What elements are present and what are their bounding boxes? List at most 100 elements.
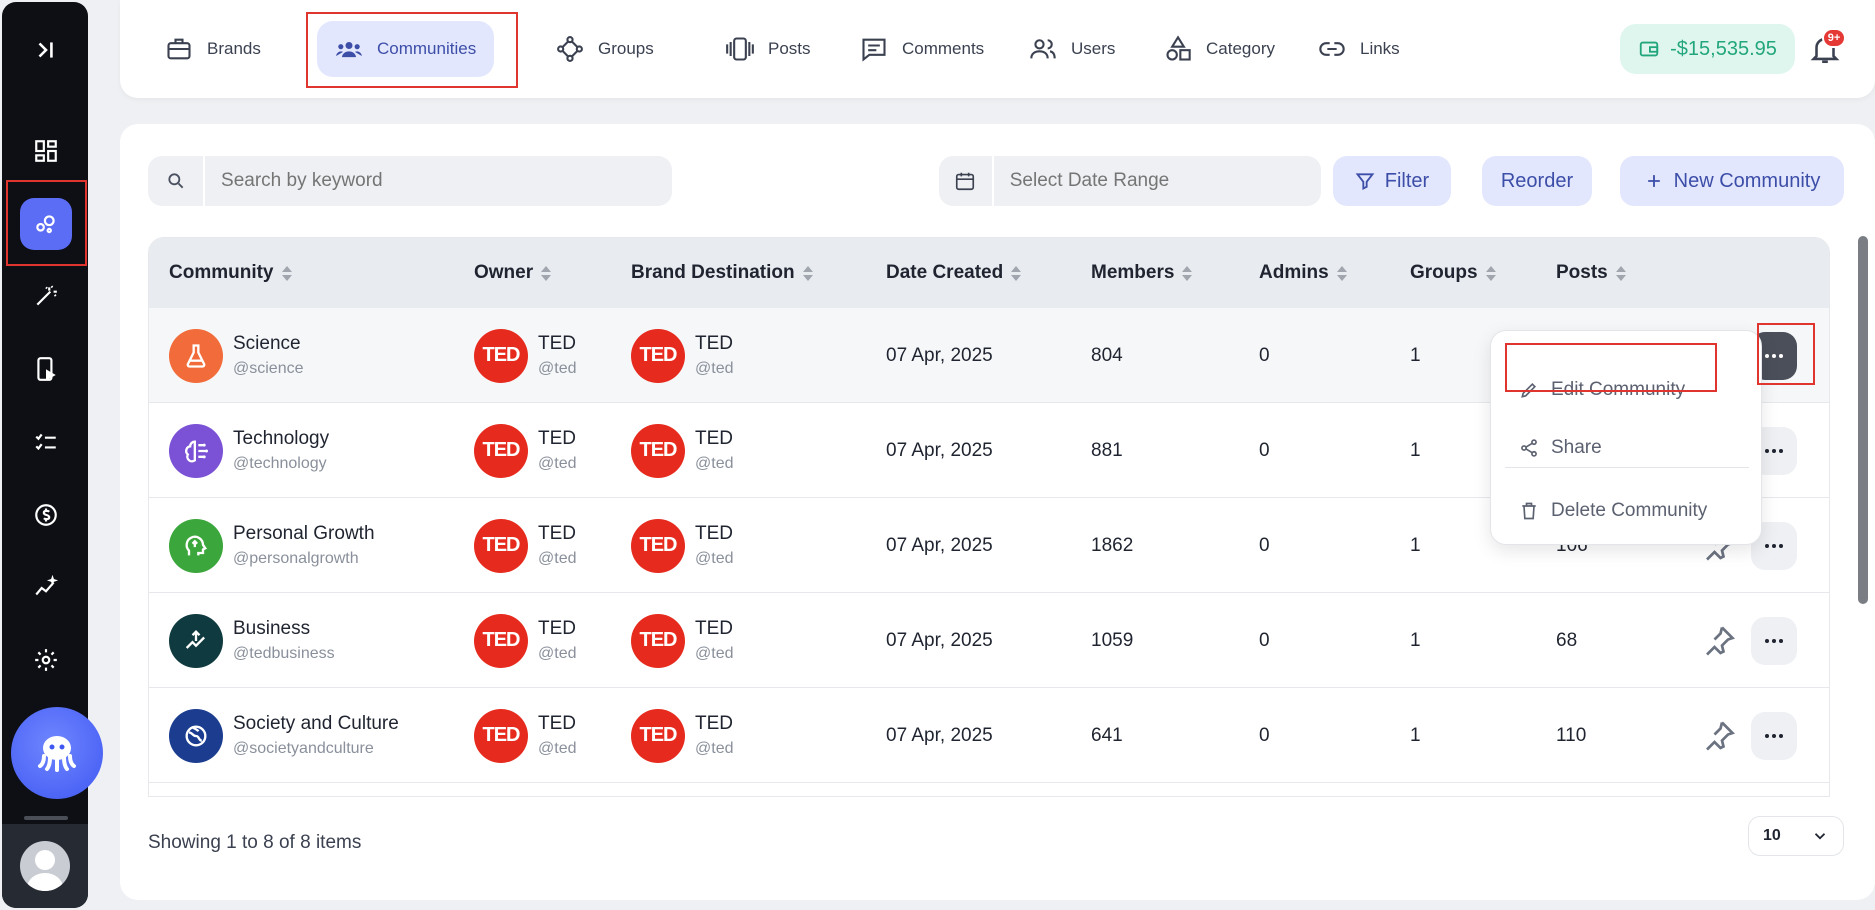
community-name: Personal Growth — [233, 523, 375, 544]
groups-cell: 1 — [1410, 534, 1421, 556]
community-handle: @technology — [233, 455, 327, 472]
groups-cell: 1 — [1410, 439, 1421, 461]
col-members[interactable]: Members — [1091, 238, 1193, 308]
brand-handle: @ted — [695, 360, 734, 377]
owner-cell: TED TED @ted — [474, 593, 576, 688]
magic-button[interactable] — [20, 270, 72, 322]
table-row[interactable]: Business @tedbusiness TED TED @ted TED TED… — [149, 593, 1829, 688]
globe-people-icon — [185, 725, 207, 746]
page-size-select[interactable]: 10 — [1748, 816, 1844, 856]
date-cell: 07 Apr, 2025 — [886, 534, 993, 556]
filter-icon — [1355, 173, 1375, 190]
head-growth-icon — [185, 535, 208, 555]
date-range-box — [939, 156, 1321, 206]
col-brand-destination[interactable]: Brand Destination — [631, 238, 813, 308]
col-posts[interactable]: Posts — [1556, 238, 1626, 308]
groups-cell: 1 — [1410, 629, 1421, 651]
community-cell[interactable]: Society and Culture @societyandculture — [169, 688, 399, 783]
col-owner[interactable]: Owner — [474, 238, 552, 308]
nav-label: Links — [1360, 39, 1400, 58]
user-slot[interactable] — [2, 824, 88, 908]
table-row[interactable]: Society and Culture @societyandculture TE… — [149, 688, 1829, 783]
communities-rail-button[interactable] — [20, 198, 72, 250]
share-item[interactable]: Share — [1507, 426, 1602, 470]
avatar[interactable] — [20, 841, 70, 891]
nav-label: Posts — [768, 39, 811, 58]
sort-icon — [802, 265, 813, 281]
more-actions-button[interactable] — [1751, 617, 1797, 665]
nav-posts[interactable]: Posts — [708, 21, 829, 77]
owner-name: TED — [538, 713, 576, 734]
community-handle: @tedbusiness — [233, 645, 335, 662]
bubbles-icon — [36, 215, 55, 234]
community-cell[interactable]: Personal Growth @personalgrowth — [169, 498, 375, 593]
search-input[interactable] — [205, 170, 672, 192]
ted-logo-icon: TED — [631, 613, 685, 668]
community-cell[interactable]: Business @tedbusiness — [169, 593, 335, 688]
wallet-balance[interactable]: -$15,535.95 — [1620, 24, 1795, 74]
share-label: Share — [1551, 437, 1602, 458]
community-cell[interactable]: Technology @technology — [169, 403, 329, 498]
checklist-icon — [35, 433, 56, 451]
col-admins[interactable]: Admins — [1259, 238, 1347, 308]
nav-users[interactable]: Users — [1011, 21, 1133, 77]
col-label: Admins — [1259, 262, 1329, 283]
nav-label: Groups — [598, 39, 654, 58]
nav-links[interactable]: Links — [1300, 21, 1418, 77]
nav-groups[interactable]: Groups — [538, 21, 672, 77]
nav-category[interactable]: Category — [1146, 21, 1293, 77]
admins-cell: 0 — [1259, 724, 1270, 746]
sort-icon — [1485, 265, 1496, 281]
date-range-input[interactable] — [993, 170, 1321, 192]
reorder-button[interactable]: Reorder — [1482, 156, 1592, 206]
briefcase-icon — [167, 38, 191, 60]
delete-community-item[interactable]: Delete Community — [1507, 489, 1707, 533]
media-button[interactable] — [20, 343, 72, 395]
col-groups[interactable]: Groups — [1410, 238, 1496, 308]
new-community-button[interactable]: New Community — [1620, 156, 1844, 206]
filter-label: Filter — [1384, 169, 1430, 192]
groups-cell: 1 — [1410, 344, 1421, 366]
pin-icon[interactable] — [1701, 718, 1737, 754]
nav-label: Communities — [377, 39, 477, 58]
sort-icon — [1182, 265, 1193, 281]
edit-community-item[interactable]: Edit Community — [1507, 368, 1685, 412]
col-label: Members — [1091, 262, 1175, 283]
edit-label: Edit Community — [1551, 379, 1686, 400]
community-name: Science — [233, 333, 301, 354]
col-community[interactable]: Community — [169, 238, 292, 308]
col-date-created[interactable]: Date Created — [886, 238, 1022, 308]
dollar-circle-icon — [35, 504, 57, 526]
rail-divider — [24, 816, 68, 820]
communities-icon — [336, 42, 362, 58]
billing-button[interactable] — [20, 489, 72, 541]
calendar-icon-wrap — [939, 156, 994, 206]
search-icon — [167, 173, 183, 189]
ted-logo-icon: TED — [631, 328, 685, 383]
dashboard-button[interactable] — [20, 125, 72, 177]
ted-logo-icon: TED — [474, 708, 528, 763]
ted-logo-icon: TED — [631, 518, 685, 573]
community-avatar — [169, 423, 223, 478]
brand-handle: @ted — [695, 550, 734, 567]
more-actions-button[interactable] — [1751, 712, 1797, 760]
col-label: Owner — [474, 262, 534, 283]
assistant-mascot-button[interactable] — [11, 707, 103, 799]
settings-button[interactable] — [20, 634, 72, 686]
tasks-button[interactable] — [20, 416, 72, 468]
community-cell[interactable]: Science @science — [169, 308, 304, 403]
sparkle-chart-icon — [35, 575, 59, 596]
scrollbar[interactable] — [1858, 236, 1868, 604]
flask-icon — [186, 343, 206, 368]
nav-brands[interactable]: Brands — [147, 21, 279, 77]
pin-icon[interactable] — [1701, 623, 1737, 659]
filter-button[interactable]: Filter — [1333, 156, 1451, 206]
analytics-button[interactable] — [20, 562, 72, 614]
brand-cell: TED TED @ted — [631, 688, 733, 783]
date-cell: 07 Apr, 2025 — [886, 629, 993, 651]
nav-communities[interactable]: Communities — [317, 21, 495, 77]
delete-label: Delete Community — [1551, 500, 1708, 521]
admins-cell: 0 — [1259, 629, 1270, 651]
expand-sidebar-button[interactable] — [20, 24, 72, 76]
nav-comments[interactable]: Comments — [842, 21, 1002, 77]
